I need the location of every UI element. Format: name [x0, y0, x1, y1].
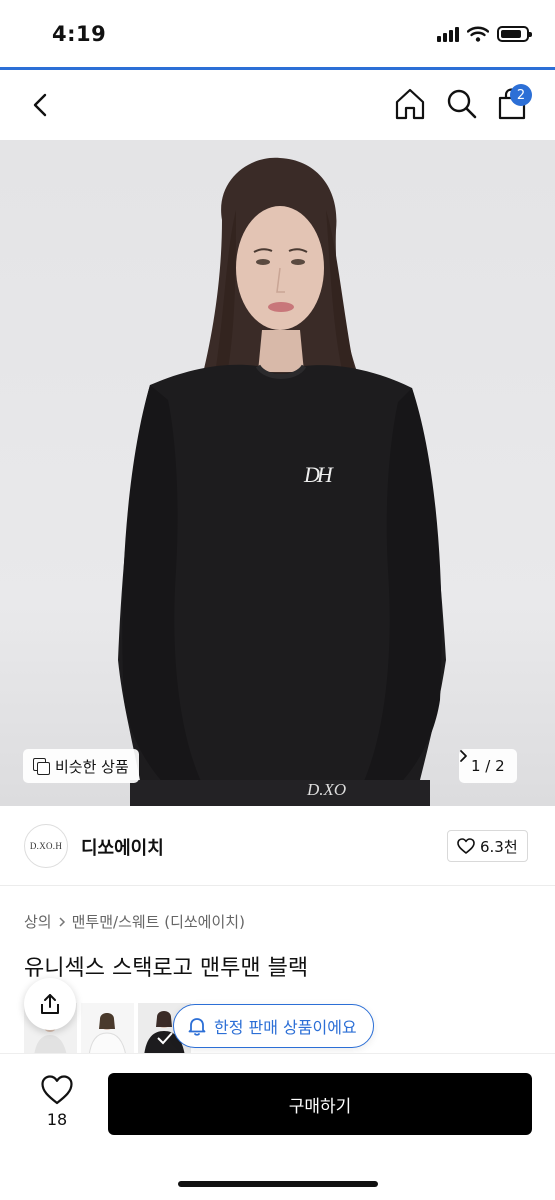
buy-button[interactable]: 구매하기 — [108, 1073, 532, 1135]
model-illustration — [118, 157, 446, 806]
home-indicator — [178, 1181, 378, 1187]
breadcrumb-item[interactable]: 맨투맨/스웨트 (디쏘에이치) — [72, 911, 245, 932]
status-icons — [437, 26, 532, 42]
bottom-bar: 18 구매하기 — [0, 1053, 555, 1200]
home-icon[interactable] — [392, 86, 428, 122]
brand-name[interactable]: 디쏘에이치 — [81, 834, 164, 860]
cart-count-badge: 2 — [510, 84, 532, 106]
brand-like-count: 6.3천 — [480, 837, 518, 856]
nav-bar: 2 — [0, 70, 555, 140]
share-button[interactable] — [24, 978, 76, 1030]
thumbnail-image[interactable] — [81, 1003, 134, 1056]
chevron-right-icon — [59, 916, 65, 927]
breadcrumb-item[interactable]: 상의 — [24, 911, 52, 932]
similar-products-label: 비슷한 상품 — [55, 757, 129, 776]
wifi-icon — [467, 26, 489, 42]
brand-logo[interactable]: D.XO.H — [24, 824, 68, 868]
wish-count: 18 — [46, 1110, 68, 1129]
chevron-right-icon — [460, 750, 467, 762]
back-icon[interactable] — [24, 88, 58, 122]
heart-icon — [457, 838, 475, 854]
logo-print: DH — [304, 462, 333, 487]
brand-like-button[interactable]: 6.3천 — [447, 830, 528, 862]
similar-icon — [33, 758, 50, 775]
similar-products-button[interactable]: 비슷한 상품 — [23, 749, 139, 783]
status-time: 4:19 — [52, 22, 107, 46]
heart-icon[interactable] — [40, 1074, 74, 1106]
signal-icon — [437, 26, 459, 42]
bell-icon — [188, 1018, 206, 1036]
logo-print-lower: D.XO — [307, 780, 347, 799]
search-icon[interactable] — [444, 86, 480, 122]
page-indicator: 1 / 2 — [471, 757, 505, 775]
product-image[interactable]: DH D.XO 비슷한 상품 1 / 2 — [0, 140, 555, 806]
status-bar: 4:19 — [0, 0, 555, 68]
brand-row[interactable]: D.XO.H 디쏘에이치 6.3천 — [0, 806, 555, 886]
limited-sale-notice: 한정 판매 상품이에요 — [173, 1004, 374, 1048]
share-icon — [41, 994, 59, 1014]
battery-icon — [497, 26, 532, 42]
limited-sale-label: 한정 판매 상품이에요 — [214, 1018, 357, 1037]
breadcrumb: 상의 맨투맨/스웨트 (디쏘에이치) — [24, 911, 245, 932]
image-pager[interactable]: 1 / 2 — [459, 749, 517, 783]
product-title: 유니섹스 스택로고 맨투맨 블랙 — [24, 956, 309, 981]
